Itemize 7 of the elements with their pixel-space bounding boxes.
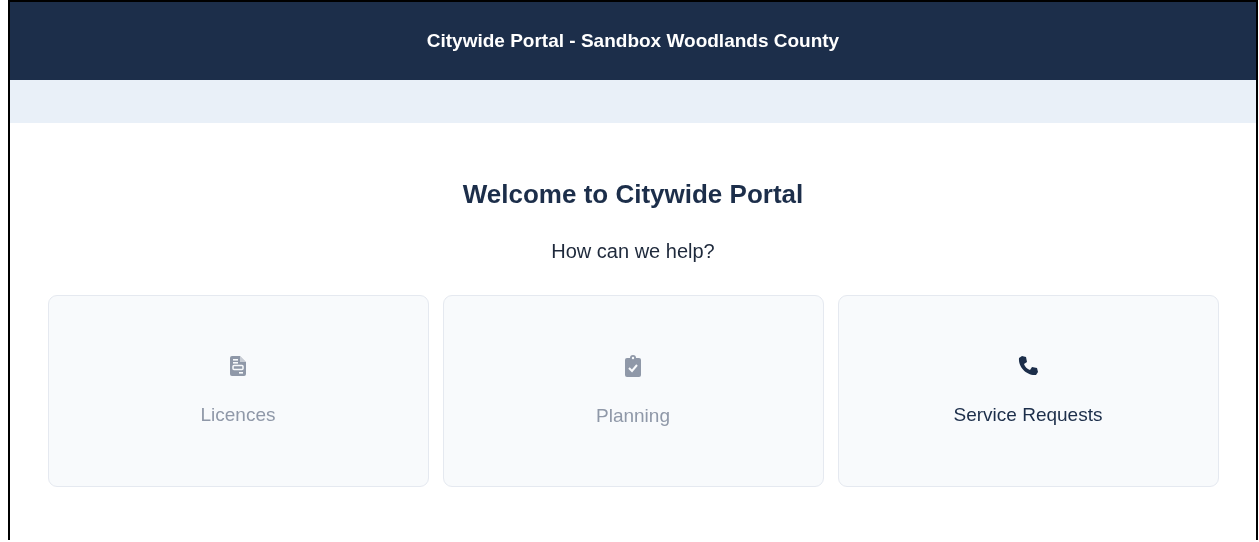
help-prompt: How can we help? — [551, 240, 715, 263]
document-icon — [230, 356, 246, 376]
welcome-heading: Welcome to Citywide Portal — [462, 179, 804, 210]
portal-title: Citywide Portal - Sandbox Woodlands County — [426, 30, 840, 52]
clipboard-check-icon — [625, 355, 641, 377]
service-card[interactable]: Service Requests — [837, 295, 1219, 487]
phone-icon — [1018, 356, 1038, 376]
